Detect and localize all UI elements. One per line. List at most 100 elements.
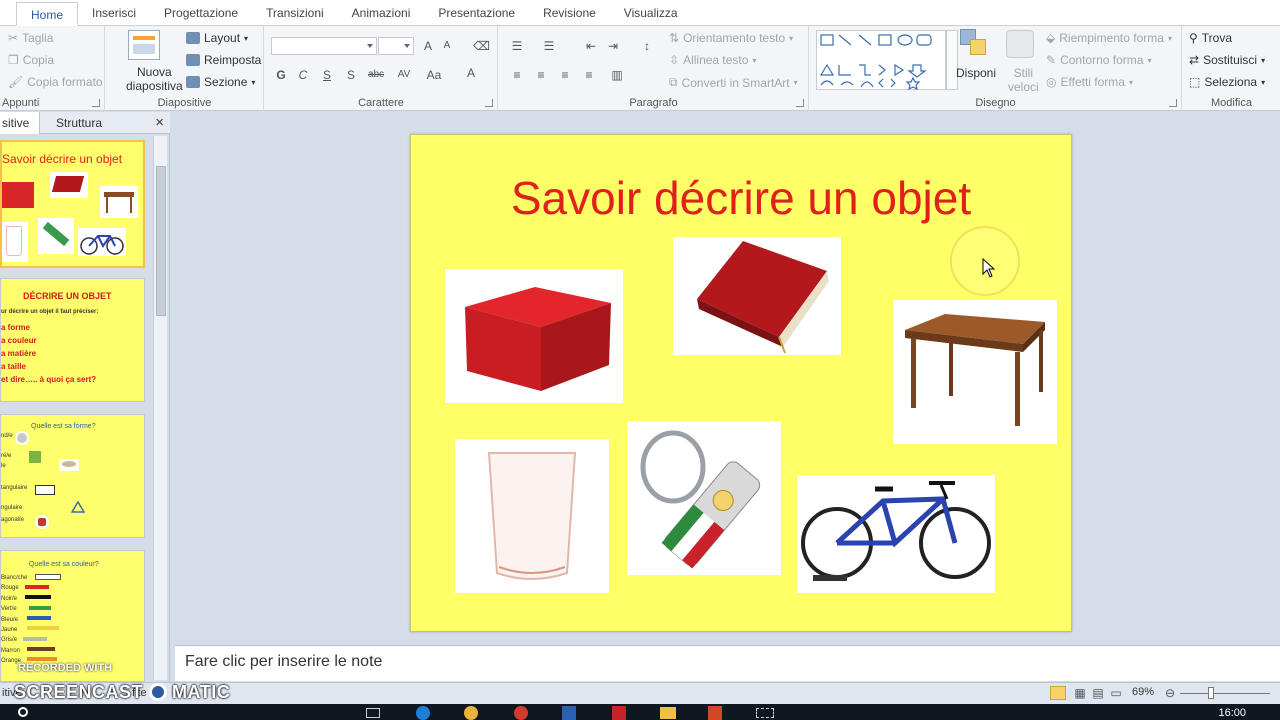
align-text-button[interactable]: ⇳ Allinea testo ▾ [669, 53, 756, 67]
slide-sorter-icon[interactable]: ▦ [1072, 686, 1088, 700]
box-image[interactable] [445, 269, 623, 403]
zoom-out-icon[interactable]: ⊖ [1162, 686, 1178, 700]
find-button[interactable]: ⚲ Trova [1189, 31, 1232, 45]
bold-button[interactable]: G [273, 68, 289, 82]
close-icon[interactable]: × [155, 114, 164, 131]
tab-review[interactable]: Revisione [529, 1, 610, 25]
line-spacing-icon[interactable]: ↕ [639, 39, 655, 53]
replace-button[interactable]: ⇄ Sostituisci ▾ [1189, 53, 1265, 67]
mouse-cursor-icon [982, 257, 996, 278]
align-left-icon[interactable]: ≡ [509, 68, 525, 82]
numbering-icon[interactable]: ☰ [541, 39, 557, 53]
font-color-icon[interactable]: A [463, 66, 479, 80]
tab-animations[interactable]: Animazioni [338, 1, 425, 25]
cut-button[interactable]: ✂ Taglia [8, 31, 53, 45]
grow-font-icon[interactable]: A [420, 39, 436, 53]
new-slide-button[interactable]: Nuova diapositiva [126, 65, 183, 93]
smartart-button[interactable]: ⧉ Converti in SmartArt ▾ [669, 75, 798, 90]
tab-outline[interactable]: Struttura [56, 112, 102, 134]
drawing-launcher[interactable] [1169, 99, 1177, 107]
zoom-slider[interactable] [1180, 693, 1270, 694]
section-button[interactable]: Sezione ▾ [186, 75, 255, 89]
shrink-font-icon[interactable]: A [439, 39, 455, 53]
shadow-button[interactable]: S [343, 68, 359, 82]
paragraph-launcher[interactable] [796, 99, 804, 107]
quick-styles-button[interactable]: Stili veloci [1008, 66, 1039, 94]
underline-button[interactable]: S [319, 68, 335, 82]
increase-indent-icon[interactable]: ⇥ [605, 39, 621, 53]
tab-home[interactable]: Home [16, 2, 79, 26]
slides-group-label: Diapositive [157, 97, 212, 109]
zoom-slider-knob[interactable] [1208, 687, 1214, 699]
align-right-icon[interactable]: ≡ [557, 68, 573, 82]
notes-placeholder: Fare clic per inserire le note [185, 653, 383, 670]
align-center-icon[interactable]: ≡ [533, 68, 549, 82]
columns-icon[interactable]: ▥ [609, 68, 625, 82]
layout-button[interactable]: Layout ▾ [186, 31, 248, 45]
table-image[interactable] [893, 300, 1057, 444]
quick-styles-icon[interactable] [1006, 30, 1034, 58]
task-view-icon[interactable] [366, 708, 380, 718]
font-name-combo[interactable] [271, 37, 377, 55]
copy-button[interactable]: ❐ Copia [8, 53, 54, 67]
slideshow-icon[interactable]: ▭ [1108, 686, 1124, 700]
reading-view-icon[interactable]: ▤ [1090, 686, 1106, 700]
zoom-level[interactable]: 69% [1132, 686, 1154, 698]
shape-effects-button[interactable]: ◎ Effetti forma ▾ [1046, 75, 1133, 89]
panel-tabs: sitive Struttura × [0, 112, 170, 134]
panel-scroll-thumb[interactable] [156, 166, 166, 316]
folder-icon[interactable] [660, 707, 676, 719]
tab-slides[interactable]: sitive [0, 112, 40, 134]
app-red-icon[interactable] [514, 706, 528, 720]
new-slide-icon[interactable] [128, 30, 160, 60]
editing-group-label: Modifica [1211, 97, 1252, 109]
snipping-icon[interactable] [756, 708, 774, 718]
text-direction-button[interactable]: ⇅ Orientamento testo ▾ [669, 31, 793, 45]
format-painter-button[interactable]: 🖌 Copia formato [8, 75, 103, 89]
shapes-scroll[interactable] [946, 30, 958, 90]
glass-image[interactable] [455, 439, 609, 593]
decrease-indent-icon[interactable]: ⇤ [583, 39, 599, 53]
italic-button[interactable]: C [295, 68, 311, 82]
notes-pane[interactable]: Fare clic per inserire le note [175, 645, 1280, 681]
slide-thumbnail-2[interactable]: DÉCRIRE UN OBJET ur décrire un objet il … [0, 278, 145, 402]
shapes-gallery[interactable] [816, 30, 946, 91]
bullets-icon[interactable]: ☰ [509, 39, 525, 53]
edge-icon[interactable] [416, 706, 430, 720]
search-icon[interactable] [18, 707, 28, 717]
word-icon[interactable] [562, 706, 576, 720]
book-image[interactable] [673, 237, 841, 355]
slide-title[interactable]: Savoir décrire un objet [411, 171, 1071, 225]
binoculars-icon: ⚲ [1189, 31, 1198, 45]
normal-view-icon[interactable] [1050, 686, 1066, 700]
slide-thumbnail-1[interactable]: Savoir décrire un objet [0, 140, 145, 268]
char-spacing-button[interactable]: AV [393, 68, 415, 82]
reset-button[interactable]: Reimposta [186, 53, 261, 67]
powerpoint-icon[interactable] [708, 706, 722, 720]
slide-canvas[interactable]: Savoir décrire un objet [410, 134, 1072, 632]
justify-icon[interactable]: ≡ [581, 68, 597, 82]
font-size-combo[interactable] [378, 37, 414, 55]
clear-format-icon[interactable]: ⌫ [473, 39, 490, 53]
slide-thumbnail-3[interactable]: Quelle est sa forme? nd/e ré/e le tangul… [0, 414, 145, 538]
panel-scrollbar[interactable] [153, 136, 167, 680]
tab-view[interactable]: Visualizza [610, 1, 692, 25]
tab-insert[interactable]: Inserisci [78, 1, 150, 25]
shape-fill-button[interactable]: ⬙ Riempimento forma ▾ [1046, 31, 1172, 45]
tab-transitions[interactable]: Transizioni [252, 1, 338, 25]
tab-design[interactable]: Progettazione [150, 1, 252, 25]
bicycle-image[interactable] [797, 475, 995, 593]
arrange-button[interactable]: Disponi [956, 66, 996, 80]
arrange-icon[interactable] [960, 29, 990, 59]
keychain-image[interactable] [627, 421, 781, 575]
thumb3-square [29, 451, 41, 463]
clipboard-launcher[interactable] [92, 99, 100, 107]
app-icon[interactable] [612, 706, 626, 720]
select-button[interactable]: ⬚ Seleziona ▾ [1189, 75, 1265, 89]
tab-slideshow[interactable]: Presentazione [424, 1, 529, 25]
font-launcher[interactable] [485, 99, 493, 107]
chrome-icon[interactable] [464, 706, 478, 720]
change-case-button[interactable]: Aa [423, 68, 445, 82]
strike-button[interactable]: abc [365, 68, 387, 82]
shape-outline-button[interactable]: ✎ Contorno forma ▾ [1046, 53, 1151, 67]
